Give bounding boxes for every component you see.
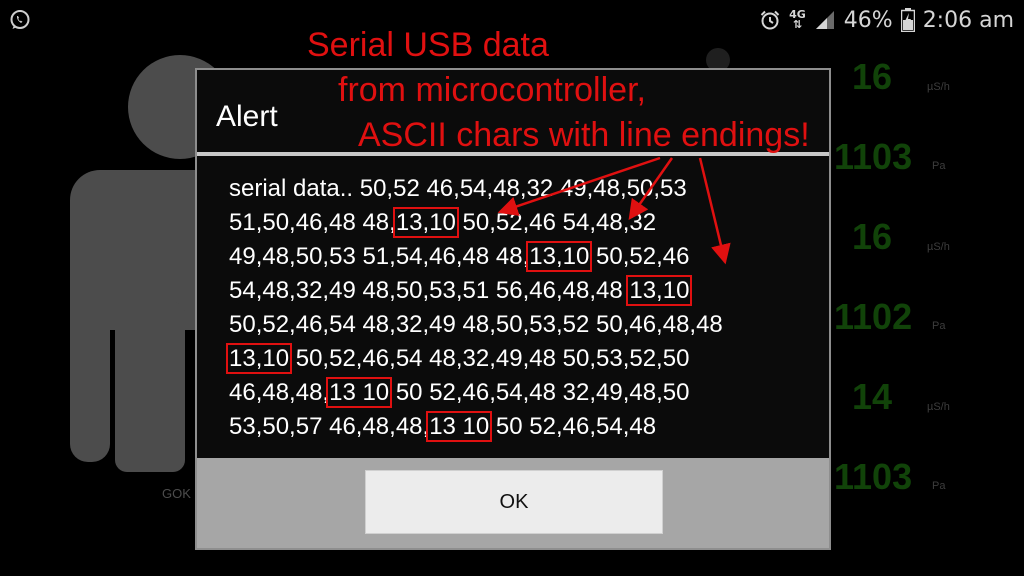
message-text: 50,52,46 xyxy=(589,243,690,270)
dialog-button-bar: OK xyxy=(197,458,829,548)
message-text: 46,48,48, xyxy=(229,379,330,406)
alarm-icon xyxy=(760,10,780,30)
battery-percent: 46% xyxy=(843,7,893,33)
message-line: 54,48,32,49 48,50,53,51 56,46,48,48 13,1… xyxy=(229,274,819,308)
line-ending-highlight: 13 10 xyxy=(326,377,393,408)
message-line: 53,50,57 46,48,48,13 10 50 52,46,54,48 xyxy=(229,410,819,444)
message-line: serial data.. 50,52 46,54,48,32 49,48,50… xyxy=(229,172,819,206)
message-text: 50,52,46,54 48,32,49 48,50,53,52 50,46,4… xyxy=(229,311,723,338)
message-line: 51,50,46,48 48,13,10 50,52,46 54,48,32 xyxy=(229,206,819,240)
battery-icon xyxy=(900,8,915,32)
message-line: 46,48,48,13 10 50 52,46,54,48 32,49,48,5… xyxy=(229,376,819,410)
dialog-title: Alert xyxy=(216,100,278,133)
message-text: 50,52,46,54 48,32,49,48 50,53,52,50 xyxy=(289,345,690,372)
message-line: 49,48,50,53 51,54,46,48 48,13,10 50,52,4… xyxy=(229,240,819,274)
line-ending-highlight: 13 10 xyxy=(426,411,493,442)
whatsapp-icon xyxy=(10,10,30,29)
annotation-line-3: ASCII chars with line endings! xyxy=(358,116,810,154)
line-ending-highlight: 13,10 xyxy=(392,207,459,238)
message-text: 54,48,32,49 48,50,53,51 56,46,48,48 xyxy=(229,277,630,304)
line-ending-highlight: 13,10 xyxy=(226,343,293,374)
message-text: 50 52,46,54,48 32,49,48,50 xyxy=(389,379,690,406)
line-ending-highlight: 13,10 xyxy=(526,241,593,272)
message-text: 50,52,46 54,48,32 xyxy=(455,209,657,236)
network-4g-icon: 4G ⇅ xyxy=(789,9,806,31)
annotation-line-2: from microcontroller, xyxy=(338,71,646,109)
ok-button[interactable]: OK xyxy=(365,470,663,534)
message-text: serial data.. 50,52 46,54,48,32 49,48,50… xyxy=(229,175,687,202)
message-text: 50 52,46,54,48 xyxy=(489,413,657,440)
dialog-message: serial data.. 50,52 46,54,48,32 49,48,50… xyxy=(226,172,819,444)
annotation-line-1: Serial USB data xyxy=(307,26,549,64)
message-text: 53,50,57 46,48,48, xyxy=(229,413,430,440)
signal-icon xyxy=(815,11,834,29)
message-line: 13,10 50,52,46,54 48,32,49,48 50,53,52,5… xyxy=(226,342,819,376)
line-ending-highlight: 13,10 xyxy=(626,275,693,306)
data-arrows: ⇅ xyxy=(792,18,803,31)
message-text: 49,48,50,53 51,54,46,48 48, xyxy=(229,243,530,270)
message-text: 51,50,46,48 48, xyxy=(229,209,396,236)
clock: 2:06 am xyxy=(922,7,1014,33)
message-line: 50,52,46,54 48,32,49 48,50,53,52 50,46,4… xyxy=(229,308,819,342)
